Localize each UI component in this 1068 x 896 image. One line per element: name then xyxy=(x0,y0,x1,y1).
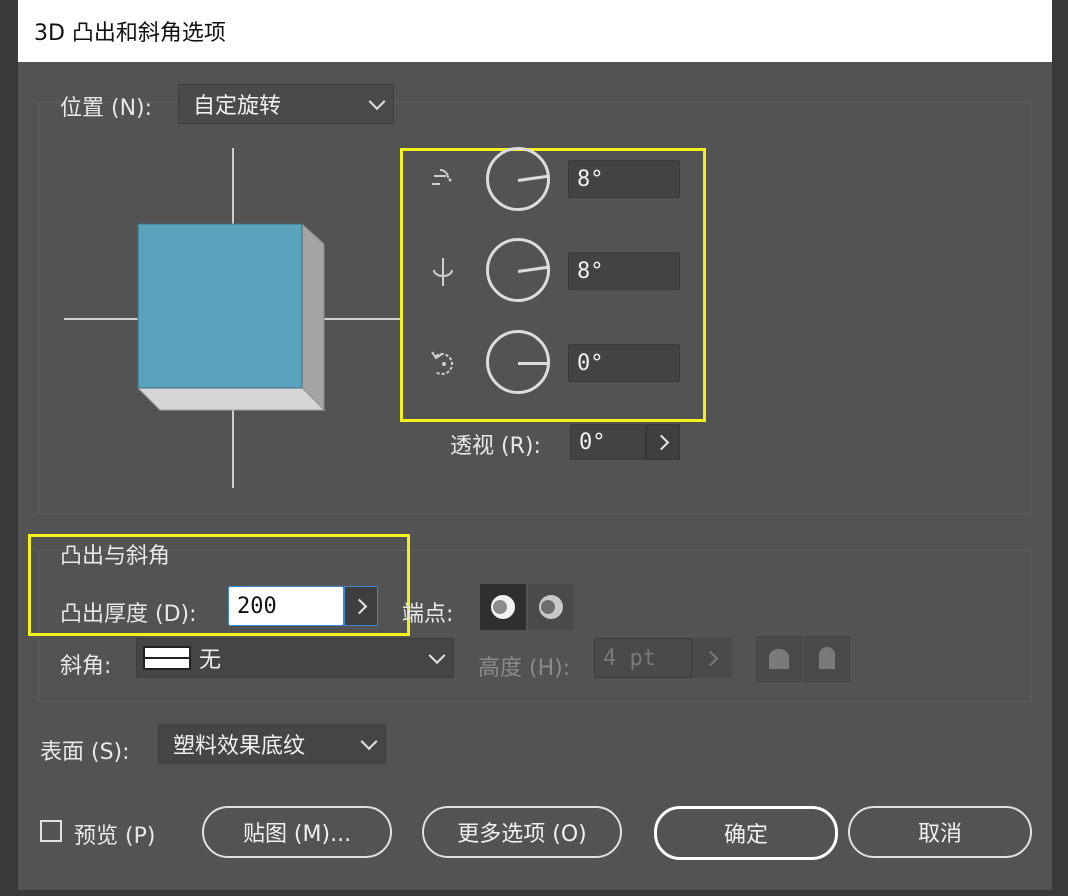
cube-preview-graphic xyxy=(64,148,400,488)
chevron-down-icon xyxy=(360,733,378,751)
rotate-x-icon xyxy=(428,164,458,198)
rotate-y-field[interactable]: 8° xyxy=(568,252,680,290)
bevel-select[interactable]: 无 xyxy=(136,638,454,678)
rotate-x-value: 8° xyxy=(577,166,604,192)
perspective-field[interactable]: 0° xyxy=(570,424,646,460)
extrude-section-label: 凸出与斜角 xyxy=(60,544,171,569)
bevel-extent-in-icon xyxy=(769,649,789,669)
dialog-title-bar: 3D 凸出和斜角选项 xyxy=(18,0,1052,62)
dialog-title: 3D 凸出和斜角选项 xyxy=(34,21,226,46)
chevron-right-icon xyxy=(653,434,669,450)
cap-off-button[interactable] xyxy=(528,584,574,630)
bevel-extent-out-button[interactable] xyxy=(804,636,850,682)
extrude-depth-label: 凸出厚度 (D): xyxy=(60,602,197,627)
bevel-height-slider-button[interactable] xyxy=(692,638,732,678)
chevron-down-icon xyxy=(368,93,386,111)
bevel-extent-in-button[interactable] xyxy=(756,636,802,682)
extrude-depth-slider-button[interactable] xyxy=(344,586,378,626)
bevel-label: 斜角: xyxy=(60,654,112,679)
extrude-depth-value: 200 xyxy=(237,593,277,619)
rotate-z-icon xyxy=(428,346,460,384)
bevel-height-field[interactable]: 4 pt xyxy=(594,638,692,678)
extrude-depth-field[interactable]: 200 xyxy=(228,586,344,626)
cap-label: 端点: xyxy=(402,602,454,627)
perspective-value: 0° xyxy=(579,429,606,455)
cap-on-button[interactable] xyxy=(480,584,526,630)
bevel-swatch xyxy=(143,646,191,670)
more-options-button[interactable]: 更多选项 (O) xyxy=(422,806,622,858)
chevron-right-icon xyxy=(351,598,367,614)
cap-on-icon xyxy=(491,595,515,619)
surface-select[interactable]: 塑料效果底纹 xyxy=(158,724,386,764)
rotate-x-field[interactable]: 8° xyxy=(568,160,680,198)
surface-label: 表面 (S): xyxy=(40,740,130,765)
map-art-button[interactable]: 贴图 (M)... xyxy=(202,806,392,858)
rotate-z-value: 0° xyxy=(577,350,604,376)
rotate-y-icon xyxy=(428,256,458,292)
bevel-extent-out-icon xyxy=(819,647,835,669)
rotate-y-dial[interactable] xyxy=(486,238,550,302)
perspective-slider-button[interactable] xyxy=(646,424,680,460)
dialog-body: 位置 (N): 自定旋转 8° 8° 0° 透视 (R): 0° 凸出与斜角 凸… xyxy=(18,62,1052,890)
preview-label: 预览 (P) xyxy=(74,824,156,849)
rotate-z-field[interactable]: 0° xyxy=(568,344,680,382)
chevron-right-icon xyxy=(702,650,718,666)
rotate-x-dial[interactable] xyxy=(486,147,550,211)
perspective-label: 透视 (R): xyxy=(450,434,541,459)
ok-button[interactable]: 确定 xyxy=(654,806,838,860)
position-preset-select[interactable]: 自定旋转 xyxy=(178,84,394,124)
rotate-z-dial[interactable] xyxy=(486,330,550,394)
bevel-height-label: 高度 (H): xyxy=(478,656,571,681)
chevron-down-icon xyxy=(428,647,446,665)
rotate-y-value: 8° xyxy=(577,258,604,284)
bevel-value: 无 xyxy=(199,648,222,673)
bevel-height-value: 4 pt xyxy=(603,645,656,671)
cap-off-icon xyxy=(539,595,563,619)
rotation-preview-cube[interactable] xyxy=(62,148,402,488)
position-label: 位置 (N): xyxy=(60,96,153,121)
surface-value: 塑料效果底纹 xyxy=(173,734,306,759)
cancel-button[interactable]: 取消 xyxy=(848,806,1032,858)
preview-checkbox[interactable] xyxy=(40,820,62,842)
position-preset-value: 自定旋转 xyxy=(193,94,282,119)
